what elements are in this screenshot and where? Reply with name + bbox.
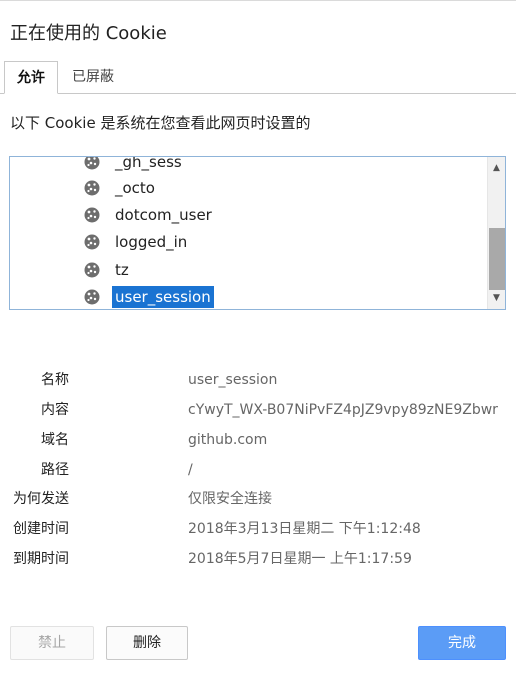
detail-label: 域名	[41, 432, 69, 448]
tab-bar: 允许 已屏蔽	[0, 61, 516, 94]
detail-value: 2018年5月7日星期一 上午1:17:59	[188, 551, 412, 567]
detail-value: 2018年3月13日星期二 下午1:12:48	[188, 521, 421, 537]
detail-label: 创建时间	[13, 521, 69, 537]
detail-row-name: 名称 user_session	[0, 368, 516, 392]
cookie-icon	[84, 289, 100, 305]
detail-label: 到期时间	[13, 551, 69, 567]
detail-label: 路径	[41, 462, 69, 478]
list-item-gh-sess[interactable]: _gh_sess	[84, 156, 185, 173]
dialog-title: 正在使用的 Cookie	[10, 23, 167, 44]
cookie-name: _octo	[115, 179, 155, 197]
list-item-dotcom-user[interactable]: dotcom_user	[84, 204, 215, 226]
detail-row-domain: 域名 github.com	[0, 428, 516, 452]
detail-value: github.com	[188, 432, 268, 448]
cookies-dialog: 正在使用的 Cookie 允许 已屏蔽 以下 Cookie 是系统在您查看此网页…	[0, 0, 516, 673]
cookie-name: logged_in	[115, 233, 188, 251]
cookie-name: user_session	[112, 286, 214, 308]
tab-blocked[interactable]: 已屏蔽	[62, 61, 124, 94]
cookie-icon	[84, 180, 100, 196]
detail-row-content: 内容 cYwyT_WX-B07NiPvFZ4pJZ9vpy89zNE9Zbwr	[0, 398, 516, 422]
detail-value: 仅限安全连接	[188, 491, 272, 507]
detail-label: 为何发送	[13, 491, 69, 507]
detail-value: cYwyT_WX-B07NiPvFZ4pJZ9vpy89zNE9Zbwr	[188, 402, 498, 418]
cookie-icon	[84, 262, 100, 278]
list-item-tz[interactable]: tz	[84, 259, 132, 281]
detail-row-created: 创建时间 2018年3月13日星期二 下午1:12:48	[0, 517, 516, 541]
detail-row-path: 路径 /	[0, 458, 516, 482]
detail-row-expires: 到期时间 2018年5月7日星期一 上午1:17:59	[0, 547, 516, 571]
detail-label: 内容	[41, 402, 69, 418]
delete-button[interactable]: 删除	[106, 626, 188, 660]
detail-label: 名称	[41, 372, 69, 388]
list-item-logged-in[interactable]: logged_in	[84, 231, 190, 253]
dialog-subtitle: 以下 Cookie 是系统在您查看此网页时设置的	[10, 114, 311, 132]
cookie-icon	[84, 234, 100, 250]
list-scrollbar[interactable]: ▲ ▼	[487, 157, 505, 309]
detail-row-send-for: 为何发送 仅限安全连接	[0, 487, 516, 511]
scroll-down-icon[interactable]: ▼	[488, 291, 505, 305]
scrollbar-thumb[interactable]	[489, 228, 505, 290]
scroll-up-icon[interactable]: ▲	[488, 161, 505, 175]
list-item-user-session[interactable]: user_session	[84, 286, 214, 308]
done-button[interactable]: 完成	[418, 626, 506, 660]
cookie-name: _gh_sess	[115, 156, 182, 171]
cookie-name: tz	[115, 261, 129, 279]
cookie-tree-list[interactable]: _gh_sess _octo dotcom_user logged_in tz …	[9, 156, 506, 310]
detail-value: user_session	[188, 372, 278, 388]
block-button[interactable]: 禁止	[10, 626, 94, 660]
cookie-icon	[84, 157, 100, 170]
cookie-name: dotcom_user	[115, 206, 212, 224]
detail-value: /	[188, 462, 193, 478]
cookie-list-items: _gh_sess _octo dotcom_user logged_in tz …	[10, 157, 486, 309]
tab-allowed[interactable]: 允许	[4, 61, 58, 94]
list-item-octo[interactable]: _octo	[84, 177, 158, 199]
cookie-icon	[84, 207, 100, 223]
